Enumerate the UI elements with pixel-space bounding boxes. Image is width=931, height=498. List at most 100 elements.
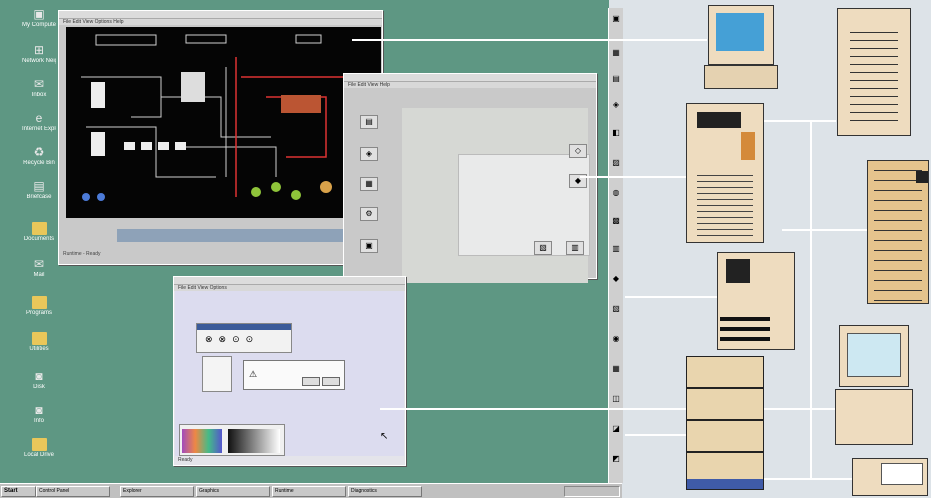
library-bottom-icon[interactable]: ▧: [534, 241, 552, 255]
desktop-icon[interactable]: ▣ My Computer: [22, 8, 56, 29]
desktop-icon[interactable]: Programs: [22, 296, 56, 317]
editor-canvas[interactable]: ⊗⊗⊙⊙ ⚠ ↖: [175, 291, 404, 456]
start-button[interactable]: Start: [1, 486, 36, 497]
desktop-icon-label: Utilities: [29, 346, 49, 352]
bar-button[interactable]: ◪: [611, 424, 621, 434]
editor-preview-panel: [202, 356, 232, 392]
taskbar-item[interactable]: Graphics: [196, 486, 270, 497]
schematic-pump: [82, 193, 90, 201]
plant-window-titlebar[interactable]: [59, 11, 382, 19]
schematic-red-block: [281, 95, 321, 113]
desktop-icon[interactable]: ♻ Recycle Bin: [22, 146, 56, 167]
tower-server: [837, 8, 911, 136]
bar-button[interactable]: ◆: [611, 274, 621, 284]
connector-line: [762, 408, 836, 410]
bar-button[interactable]: ◈: [611, 100, 621, 110]
desktop-icon-label: Internet Explorer: [22, 126, 56, 132]
library-object-icon[interactable]: ⚙: [360, 207, 378, 221]
desktop-icon-label: My Computer: [22, 22, 56, 28]
taskbar-item[interactable]: Explorer: [120, 486, 194, 497]
bar-button[interactable]: ◫: [611, 394, 621, 404]
connector-line: [625, 296, 717, 298]
folder-icon: [31, 222, 47, 235]
connector-line: [580, 176, 686, 178]
schematic-pipe: [86, 126, 216, 178]
bar-button[interactable]: ▤: [611, 74, 621, 84]
desktop-icon[interactable]: ✉ Mail: [22, 258, 56, 279]
schematic-pipe: [186, 146, 277, 177]
library-window-menubar[interactable]: File Edit View Help: [344, 82, 596, 88]
bar-button[interactable]: ▧: [611, 304, 621, 314]
program-icon: ◙: [35, 369, 43, 383]
desktop-icon[interactable]: ◙ Disk: [22, 370, 56, 391]
program-icon: ✉: [33, 77, 45, 91]
editor-window-titlebar[interactable]: [174, 277, 405, 285]
plant-window-status: Runtime - Ready: [63, 251, 101, 257]
bar-button[interactable]: ▦: [611, 48, 621, 58]
library-bottom-icon[interactable]: ▥: [566, 241, 584, 255]
bar-button[interactable]: ▩: [611, 216, 621, 226]
desktop-icon[interactable]: ✉ Inbox: [22, 78, 56, 99]
desktop: ▣My Computer⊞Network Neighborhood✉Inboxe…: [0, 0, 609, 483]
bar-button[interactable]: ▨: [611, 158, 621, 168]
plant-schematic-drawing: [81, 34, 362, 201]
desktop-icon[interactable]: Utilities: [22, 332, 56, 353]
library-side-icon[interactable]: ◇: [569, 144, 587, 158]
dialog-cancel-button[interactable]: [322, 377, 340, 386]
program-icon: ✉: [33, 257, 45, 271]
desktop-icon[interactable]: eInternet Explorer: [22, 112, 56, 133]
editor-toolbox-tools[interactable]: ⊗⊗⊙⊙: [205, 334, 259, 345]
schematic-hopper: [141, 142, 152, 150]
library-object-icon[interactable]: ▤: [360, 115, 378, 129]
bar-button[interactable]: ◩: [611, 454, 621, 464]
schematic-hopper: [175, 142, 186, 150]
editor-color-palette[interactable]: [179, 424, 285, 456]
program-icon: ▤: [33, 179, 45, 193]
editor-toolbox[interactable]: ⊗⊗⊙⊙: [196, 323, 292, 353]
desktop-icon[interactable]: ◙ Info: [22, 404, 56, 425]
desktop-icon[interactable]: ⊞Network Neighborhood: [22, 44, 56, 65]
bar-button[interactable]: ▥: [611, 244, 621, 254]
bar-button[interactable]: ◉: [611, 334, 621, 344]
desktop-icon[interactable]: Local Drive: [22, 438, 56, 459]
gray-ramp[interactable]: [228, 429, 280, 453]
desktop-icon-label: Disk: [33, 384, 45, 390]
schematic-vessel: [91, 82, 105, 108]
editor-toolbox-titlebar[interactable]: [197, 324, 291, 330]
taskbar-item[interactable]: Diagnostics: [348, 486, 422, 497]
bar-button[interactable]: ▣: [611, 14, 621, 24]
desktop-icon[interactable]: ▤ Briefcase: [22, 180, 56, 201]
bar-button[interactable]: ◧: [611, 128, 621, 138]
taskbar-item[interactable]: Control Panel: [36, 486, 110, 497]
program-icon: ⊞: [33, 43, 45, 57]
desktop-icon-label: Inbox: [31, 92, 47, 98]
plant-schematic-canvas[interactable]: [66, 27, 381, 218]
editor-message-dialog[interactable]: ⚠: [243, 360, 345, 390]
connector-line: [352, 39, 707, 41]
color-swatch-grid[interactable]: [182, 429, 222, 453]
library-window[interactable]: File Edit View Help ▤ ◈ ▦ ⚙ ▣ ◇ ◆ ▧ ▥: [343, 73, 597, 283]
taskbar-item[interactable]: Runtime: [272, 486, 346, 497]
desktop-icon-label: Programs: [25, 310, 52, 316]
schematic-header-box: [295, 34, 322, 44]
server-cabinet: [867, 160, 929, 304]
library-object-icon[interactable]: ▦: [360, 177, 378, 191]
program-icon: ♻: [33, 145, 45, 159]
bar-button[interactable]: ▦: [611, 364, 621, 374]
plant-schematic-window[interactable]: File Edit View Options Help Runtime - Re…: [58, 10, 385, 265]
schematic-hopper: [158, 142, 169, 150]
schematic-tank: [181, 72, 205, 102]
library-object-icon[interactable]: ◈: [360, 147, 378, 161]
bar-button[interactable]: ◍: [611, 188, 621, 198]
desktop-icon[interactable]: Documents: [22, 222, 56, 243]
library-object-icon[interactable]: ▣: [360, 239, 378, 253]
connector-line: [810, 120, 812, 480]
plant-window-menubar[interactable]: File Edit View Options Help: [59, 19, 382, 25]
schematic-hopper: [124, 142, 135, 150]
dialog-ok-button[interactable]: [302, 377, 320, 386]
folder-icon: [31, 296, 47, 309]
graphics-editor-window[interactable]: File Edit View Options ⊗⊗⊙⊙ ⚠ ↖ Ready: [173, 276, 406, 466]
system-tray: [564, 486, 620, 497]
library-window-titlebar[interactable]: [344, 74, 596, 82]
editor-window-status: Ready: [178, 457, 193, 463]
